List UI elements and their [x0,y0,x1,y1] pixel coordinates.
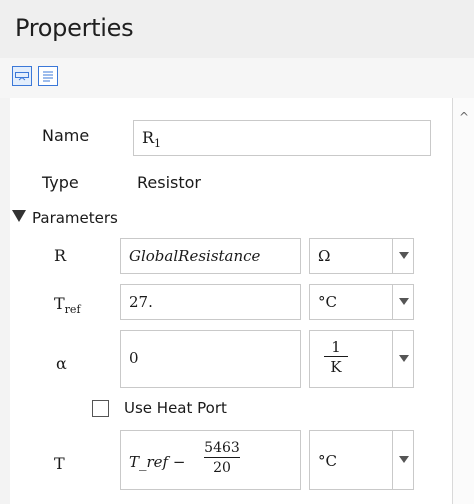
param-r-label: R [54,246,67,265]
use-heat-port-checkbox[interactable] [92,400,109,417]
property-view-button[interactable] [12,66,32,86]
param-r-value: GlobalResistance [129,247,261,265]
use-heat-port-label: Use Heat Port [124,399,227,417]
dropdown-arrow[interactable] [392,331,414,387]
param-alpha-label: α [56,354,67,373]
toolbar [0,58,474,98]
param-alpha-unit-dropdown[interactable]: 1 K [309,330,414,388]
param-tref-label: Tref [54,294,81,316]
dropdown-arrow[interactable] [392,239,414,273]
param-r-unit-dropdown[interactable]: Ω [309,238,414,274]
param-r-value-field[interactable]: GlobalResistance [120,238,301,274]
scroll-up-icon[interactable]: ^ [459,110,469,124]
param-t-value-num: 5463 [204,440,240,456]
param-t-value-expr: T_ref − [129,453,186,471]
dropdown-arrow[interactable] [392,431,414,489]
text-view-button[interactable] [38,66,58,86]
collapse-triangle-icon[interactable] [12,210,26,222]
property-view-icon [15,72,29,81]
param-tref-unit-dropdown[interactable]: °C [309,284,414,320]
chevron-down-icon [399,456,409,463]
param-tref-unit: °C [318,293,337,311]
name-field[interactable]: R1 [133,120,431,156]
name-subscript: 1 [154,137,162,151]
param-t-unit-dropdown[interactable]: °C [309,430,414,490]
param-t-value-den: 20 [213,460,231,476]
param-alpha-value-field[interactable]: 0 [120,330,301,388]
param-tref-label-base: T [54,294,65,313]
panel-title: Properties [15,14,134,42]
name-value: R [142,128,155,147]
panel-left-edge [0,98,10,504]
scrollbar[interactable] [452,98,474,504]
param-t-label: T [54,454,65,473]
text-view-icon [43,71,53,82]
param-alpha-unit: 1 K [324,338,348,377]
param-t-fraction: 5463 20 [204,439,240,478]
param-t-unit: °C [318,452,337,470]
param-alpha-unit-num: 1 [331,338,341,356]
chevron-down-icon [399,298,409,305]
chevron-down-icon [399,252,409,259]
type-label: Type [42,173,79,192]
param-r-unit: Ω [318,247,331,265]
param-tref-label-sub: ref [64,303,81,317]
param-tref-value: 27. [129,293,153,311]
param-alpha-unit-den: K [330,358,342,376]
parameters-header: Parameters [32,209,118,227]
chevron-down-icon [399,355,409,362]
param-alpha-value: 0 [129,349,139,367]
dropdown-arrow[interactable] [392,285,414,319]
param-tref-value-field[interactable]: 27. [120,284,301,320]
name-label: Name [42,126,90,145]
type-value: Resistor [137,173,201,192]
param-t-value-field[interactable]: T_ref − 5463 20 [120,430,301,490]
